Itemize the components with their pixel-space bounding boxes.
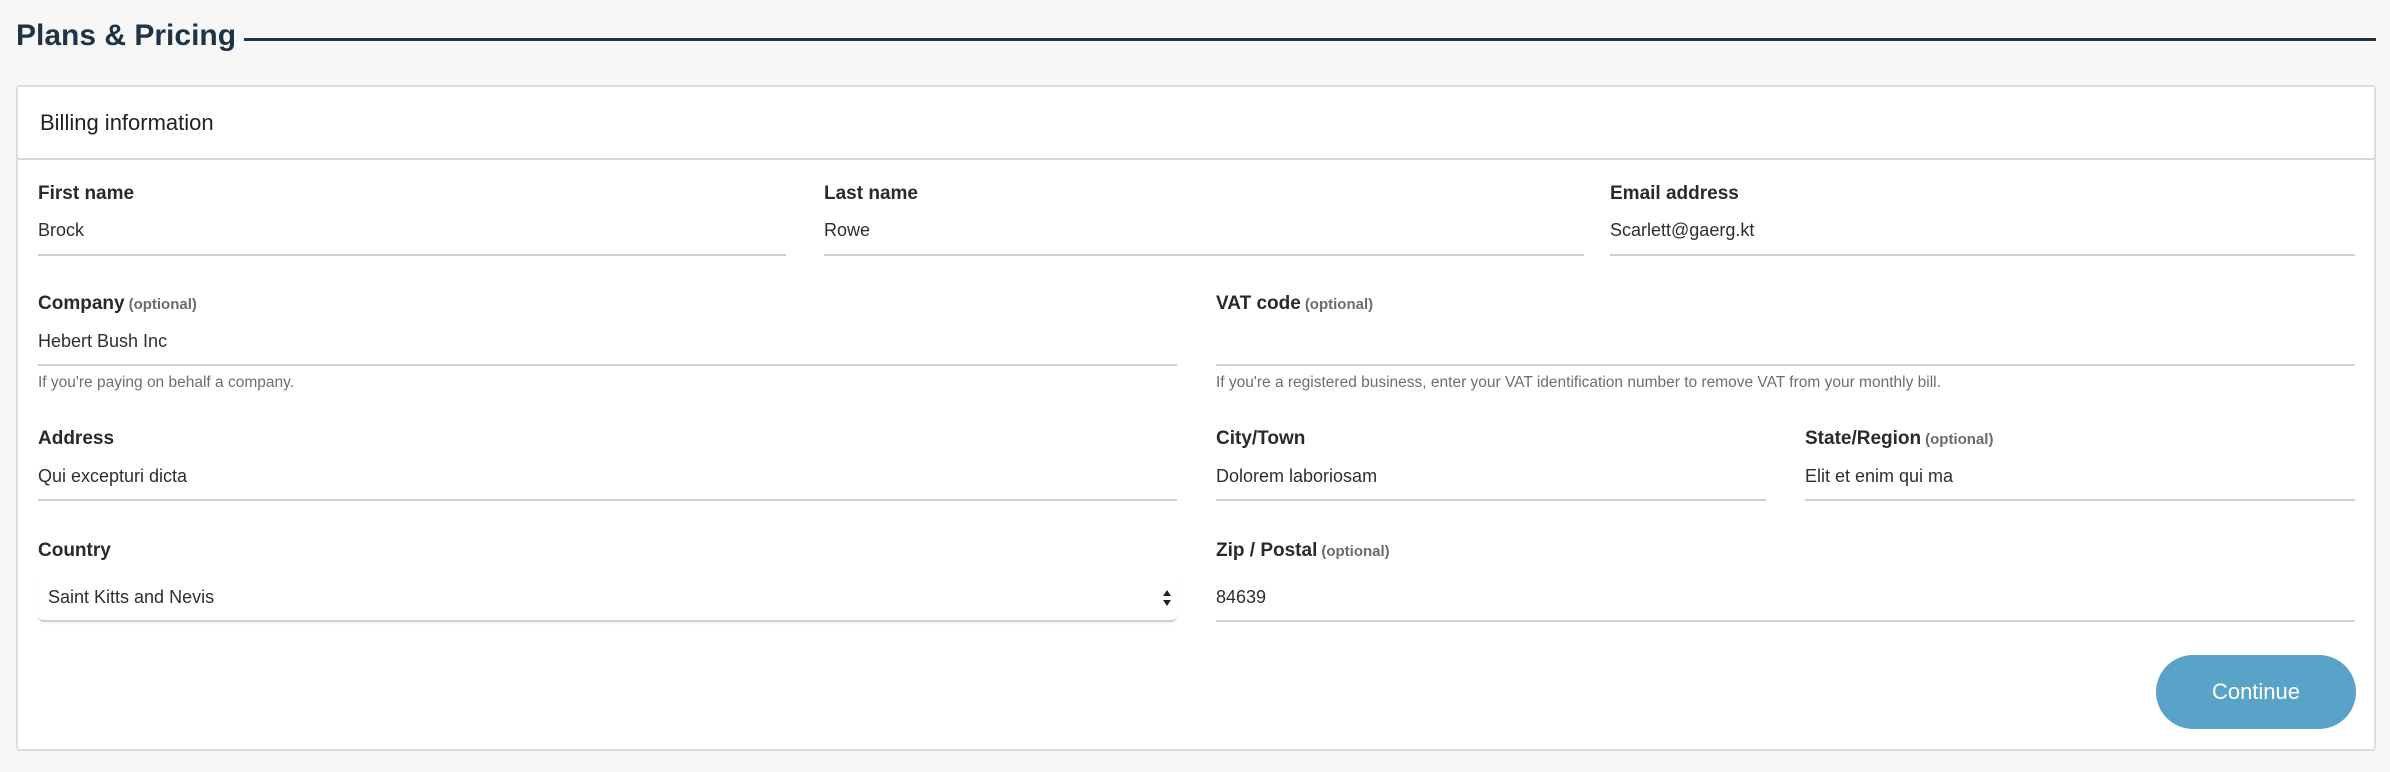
- company-input[interactable]: Hebert Bush Inc: [38, 331, 167, 352]
- vat-input[interactable]: [1216, 331, 2355, 359]
- page-header: Plans & Pricing: [16, 14, 2376, 58]
- last-name-field: Last name Rowe: [824, 183, 1584, 256]
- address-field: Address Qui excepturi dicta: [38, 428, 1177, 501]
- card-header: Billing information: [18, 87, 2374, 160]
- continue-button[interactable]: Continue: [2156, 655, 2356, 729]
- first-name-field: First name Brock: [38, 183, 786, 256]
- company-helper-text: If you're paying on behalf a company.: [38, 374, 294, 391]
- first-name-input[interactable]: Brock: [38, 220, 84, 241]
- zip-underline: [1216, 620, 2355, 622]
- company-field: Company (optional) Hebert Bush Inc If you…: [38, 293, 1177, 393]
- company-label: Company (optional): [38, 293, 1177, 315]
- select-arrows-icon: [1163, 590, 1171, 606]
- state-underline: [1805, 499, 2355, 501]
- email-field: Email address Scarlett@gaerg.kt: [1610, 183, 2355, 256]
- zip-optional-tag: (optional): [1321, 543, 1390, 560]
- email-label: Email address: [1610, 183, 1739, 204]
- vat-field: VAT code (optional) If you're a registere…: [1216, 293, 2355, 393]
- last-name-underline: [824, 254, 1584, 256]
- email-input[interactable]: Scarlett@gaerg.kt: [1610, 220, 1754, 241]
- company-optional-tag: (optional): [128, 296, 197, 313]
- vat-label: VAT code (optional): [1216, 293, 2355, 315]
- state-field: State/Region (optional) Elit et enim qui …: [1805, 428, 2355, 501]
- state-label: State/Region (optional): [1805, 428, 2355, 450]
- vat-optional-tag: (optional): [1304, 296, 1374, 313]
- state-label-text: State/Region: [1805, 428, 1922, 449]
- state-optional-tag: (optional): [1925, 431, 1994, 448]
- country-selected-value: Saint Kitts and Nevis: [48, 587, 215, 607]
- zip-input[interactable]: 84639: [1216, 587, 1266, 608]
- first-name-label: First name: [38, 183, 135, 204]
- header-divider: [244, 37, 2376, 41]
- company-label-text: Company: [38, 293, 125, 314]
- address-label: Address: [38, 428, 115, 449]
- vat-helper-text: If you're a registered business, enter y…: [1216, 374, 1941, 391]
- city-field: City/Town Dolorem laboriosam: [1216, 428, 1766, 501]
- last-name-label: Last name: [824, 183, 918, 204]
- zip-field: Zip / Postal (optional) 84639: [1216, 540, 2355, 624]
- first-name-underline: [38, 254, 786, 256]
- vat-underline: [1216, 364, 2355, 366]
- zip-label-text: Zip / Postal: [1216, 540, 1318, 561]
- zip-label: Zip / Postal (optional): [1216, 540, 2355, 562]
- card-title: Billing information: [40, 109, 214, 135]
- address-underline: [38, 499, 1177, 501]
- city-label: City/Town: [1216, 428, 1306, 449]
- country-label: Country: [38, 540, 111, 561]
- company-underline: [38, 364, 1177, 366]
- country-select[interactable]: Saint Kitts and Nevis: [38, 578, 1177, 622]
- country-field: Country Saint Kitts and Nevis: [38, 540, 1177, 624]
- last-name-input[interactable]: Rowe: [824, 220, 870, 241]
- city-input[interactable]: Dolorem laboriosam: [1216, 466, 1377, 487]
- vat-label-text: VAT code: [1216, 293, 1301, 314]
- billing-card: Billing information First name Brock Las…: [16, 85, 2376, 751]
- state-input[interactable]: Elit et enim qui ma: [1805, 466, 1953, 487]
- page-title: Plans & Pricing: [16, 19, 237, 52]
- address-input[interactable]: Qui excepturi dicta: [38, 466, 187, 487]
- city-underline: [1216, 499, 1766, 501]
- email-underline: [1610, 254, 2355, 256]
